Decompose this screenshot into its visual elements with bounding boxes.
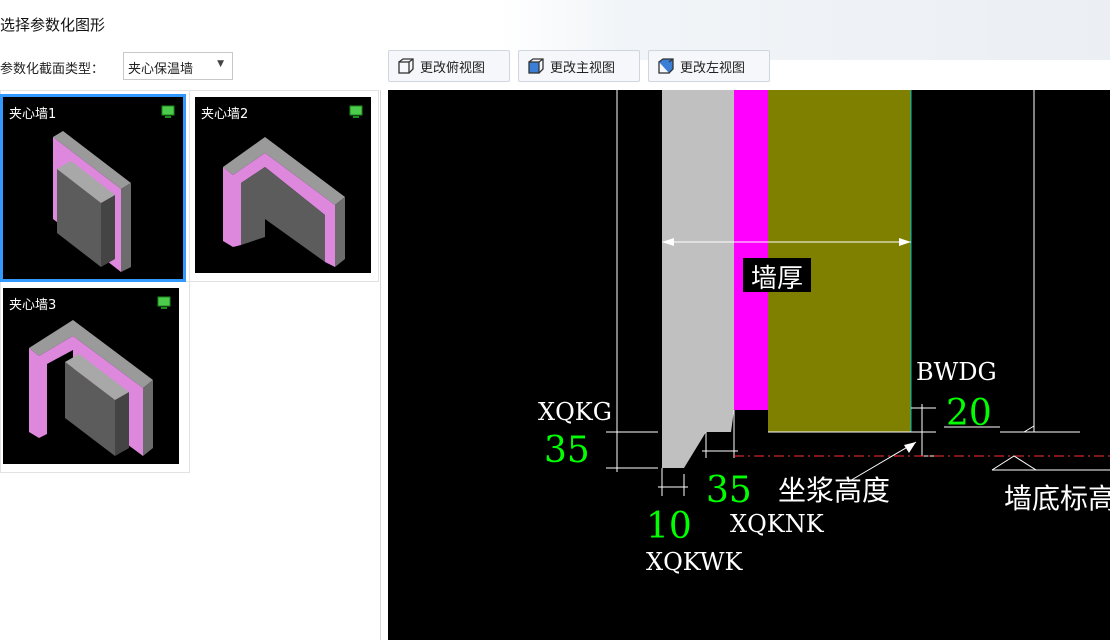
- inner-leaf: [662, 90, 734, 468]
- section-drawing: 墙厚 XQKG 35 10 XQKWK 35 XQKNK BWDG 20 坐浆高…: [538, 90, 1110, 576]
- xqknk-label: XQKNK: [730, 510, 825, 538]
- xqkg-label: XQKG: [538, 398, 612, 426]
- bwdg-label: BWDG: [916, 358, 997, 386]
- wall-shape-graphic: [223, 137, 345, 267]
- xqkwk-value: 10: [646, 506, 692, 547]
- xqkwk-label: XQKWK: [646, 548, 744, 576]
- arrow-icon: [904, 442, 916, 453]
- window-title: 选择参数化图形: [0, 16, 106, 34]
- thumbnail-panel: 夹心墙1 夹心墙2 夹心墙3: [0, 90, 381, 640]
- insulation-layer: [734, 90, 768, 410]
- cube-front-icon: [528, 58, 544, 74]
- section-drawing-canvas[interactable]: 墙厚 XQKG 35 10 XQKWK 35 XQKNK BWDG 20 坐浆高…: [388, 90, 1110, 640]
- xqknk-value: 35: [706, 470, 752, 511]
- wall-shape-graphic: [29, 320, 153, 456]
- cube-icon: [398, 58, 414, 74]
- wall-bottom-label: 墙底标高: [1004, 482, 1110, 515]
- thumbnail-sandwich-wall-2[interactable]: 夹心墙2: [195, 97, 371, 273]
- chevron-down-icon: ▼: [217, 59, 224, 69]
- thumbnail-sandwich-wall-3[interactable]: 夹心墙3: [3, 288, 179, 464]
- wall-shape-graphic: [53, 131, 131, 272]
- reference-line: [1023, 425, 1035, 433]
- xqkg-value: 35: [544, 430, 590, 471]
- change-front-view-label: 更改主视图: [550, 60, 616, 76]
- change-top-view-button[interactable]: 更改俯视图: [388, 50, 510, 82]
- change-top-view-label: 更改俯视图: [420, 60, 486, 76]
- title-bar: 选择参数化图形: [0, 0, 1110, 60]
- section-type-value: 夹心保温墙: [128, 62, 194, 77]
- change-left-view-label: 更改左视图: [680, 60, 746, 76]
- bwdg-value: 20: [946, 393, 992, 434]
- change-left-view-button[interactable]: 更改左视图: [648, 50, 770, 82]
- mortar-height-label: 坐浆高度: [778, 474, 890, 507]
- section-type-select[interactable]: 夹心保温墙 ▼: [123, 52, 233, 80]
- section-type-label: 参数化截面类型：: [0, 62, 105, 77]
- cube-left-icon: [658, 58, 674, 74]
- change-front-view-button[interactable]: 更改主视图: [518, 50, 640, 82]
- thumbnail-sandwich-wall-1[interactable]: 夹心墙1: [0, 94, 186, 282]
- elevation-marker-icon: [991, 455, 1038, 471]
- wall-thickness-label: 墙厚: [751, 264, 803, 294]
